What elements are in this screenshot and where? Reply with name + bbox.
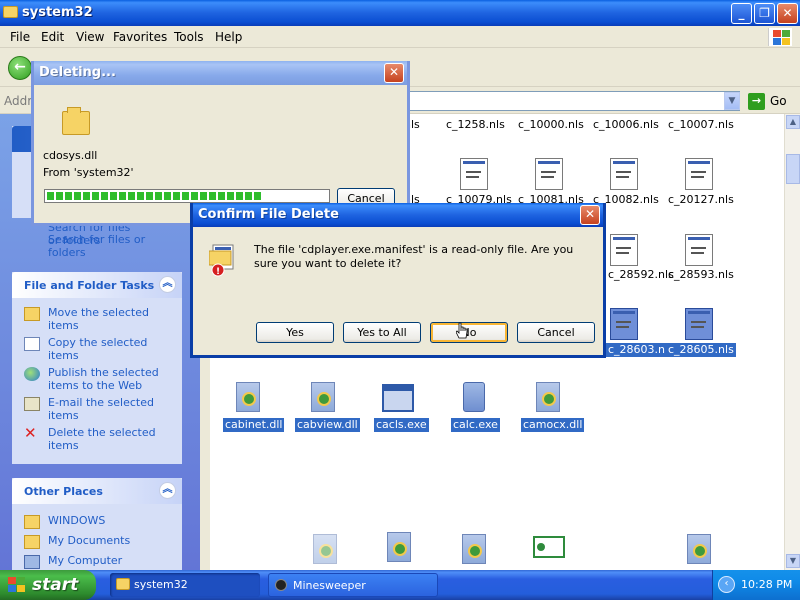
address-dropdown-button[interactable]: ▼ bbox=[724, 92, 740, 110]
confirm-message: The file 'cdplayer.exe.manifest' is a re… bbox=[254, 243, 574, 270]
file-item-label[interactable]: c_28593.nls bbox=[666, 268, 736, 282]
menu-view[interactable]: View bbox=[76, 30, 104, 44]
nls-file-icon[interactable] bbox=[685, 158, 713, 190]
confirm-dialog-title-bar[interactable]: Confirm File Delete ✕ bbox=[193, 203, 603, 227]
other-places-panel: Other Places ︽ WINDOWS My Documents My C… bbox=[12, 478, 182, 570]
nls-file-icon[interactable] bbox=[610, 308, 638, 340]
yes-to-all-button[interactable]: Yes to All bbox=[343, 322, 421, 343]
go-arrow-icon: → bbox=[748, 93, 765, 110]
deleting-dialog-title-bar[interactable]: Deleting... ✕ bbox=[34, 61, 407, 85]
folder-icon bbox=[116, 578, 130, 590]
file-item-label[interactable]: c_20127.nls bbox=[666, 193, 736, 207]
deleting-file-name: cdosys.dll bbox=[43, 149, 98, 162]
close-icon[interactable]: ✕ bbox=[580, 205, 600, 225]
taskbar-item-minesweeper[interactable]: Minesweeper bbox=[268, 573, 438, 597]
taskbar-item-system32[interactable]: system32 bbox=[110, 573, 260, 597]
scroll-thumb[interactable] bbox=[786, 154, 800, 184]
file-item-label[interactable]: c_10006.nls bbox=[591, 118, 661, 132]
file-item-label-selected[interactable]: cacls.exe bbox=[374, 418, 429, 432]
show-hidden-icons-chevron-icon[interactable]: ‹ bbox=[718, 576, 735, 593]
file-item-label-selected[interactable]: cabview.dll bbox=[295, 418, 360, 432]
hand-cursor-icon bbox=[456, 322, 468, 339]
close-button[interactable]: ✕ bbox=[777, 3, 798, 24]
go-button[interactable]: → Go bbox=[746, 92, 796, 111]
read-only-file-warning-icon: ! bbox=[209, 244, 234, 277]
move-icon bbox=[24, 307, 40, 321]
calculator-icon[interactable] bbox=[463, 382, 485, 412]
deleting-progress-dialog: Deleting... ✕ cdosys.dll From 'system32'… bbox=[31, 61, 410, 226]
exe-window-icon[interactable] bbox=[382, 384, 414, 412]
menu-bar: File Edit View Favorites Tools Help bbox=[0, 26, 800, 48]
delete-progress-bar bbox=[44, 189, 330, 203]
dll-file-icon[interactable] bbox=[462, 534, 486, 564]
minimize-button[interactable]: _ bbox=[731, 3, 752, 24]
dll-file-icon[interactable] bbox=[536, 382, 560, 412]
nls-file-icon[interactable] bbox=[685, 308, 713, 340]
start-button[interactable]: start bbox=[0, 570, 96, 600]
other-places-header[interactable]: Other Places ︽ bbox=[12, 478, 182, 504]
computer-icon bbox=[24, 555, 40, 569]
collapse-chevron-icon[interactable]: ︽ bbox=[159, 276, 176, 293]
scroll-down-arrow-icon[interactable]: ▼ bbox=[786, 554, 800, 568]
windows-flag-icon bbox=[8, 577, 26, 593]
email-icon bbox=[24, 397, 40, 411]
scroll-up-arrow-icon[interactable]: ▲ bbox=[786, 115, 800, 129]
menu-favorites[interactable]: Favorites bbox=[113, 30, 167, 44]
windows-logo-icon bbox=[768, 28, 792, 46]
globe-icon bbox=[24, 367, 40, 381]
no-button[interactable]: No bbox=[430, 322, 508, 343]
nls-file-icon[interactable] bbox=[535, 158, 563, 190]
file-item-label[interactable]: c_1258.nls bbox=[444, 118, 507, 132]
certificate-icon[interactable] bbox=[533, 536, 565, 558]
folder-icon bbox=[24, 515, 40, 529]
menu-tools[interactable]: Tools bbox=[174, 30, 204, 44]
maximize-button[interactable]: ❐ bbox=[754, 3, 775, 24]
file-item-label[interactable]: c_10007.nls bbox=[666, 118, 736, 132]
mine-icon bbox=[275, 579, 287, 591]
taskbar: start system32 Minesweeper ‹ 10:28 PM bbox=[0, 570, 800, 600]
delete-x-icon: ✕ bbox=[24, 424, 37, 442]
dll-file-icon[interactable] bbox=[313, 534, 337, 564]
dll-file-icon[interactable] bbox=[387, 532, 411, 562]
collapse-chevron-icon[interactable]: ︽ bbox=[159, 482, 176, 499]
back-button[interactable]: ← bbox=[8, 56, 32, 80]
close-icon[interactable]: ✕ bbox=[384, 63, 404, 83]
vertical-scrollbar[interactable]: ▲ ▼ bbox=[784, 114, 800, 570]
nls-file-icon[interactable] bbox=[685, 234, 713, 266]
svg-text:!: ! bbox=[216, 267, 220, 277]
dll-file-icon[interactable] bbox=[687, 534, 711, 564]
file-folder-tasks-header[interactable]: File and Folder Tasks ︽ bbox=[12, 272, 182, 298]
explorer-title-bar[interactable]: system32 _ ❐ ✕ bbox=[0, 0, 800, 26]
nls-file-icon[interactable] bbox=[610, 234, 638, 266]
file-item-label[interactable]: c_10000.nls bbox=[516, 118, 586, 132]
file-item-label-selected[interactable]: camocx.dll bbox=[521, 418, 585, 432]
nls-file-icon[interactable] bbox=[460, 158, 488, 190]
deleting-from-text: From 'system32' bbox=[43, 166, 134, 179]
dll-file-icon[interactable] bbox=[311, 382, 335, 412]
system-tray: ‹ 10:28 PM bbox=[712, 570, 800, 600]
my-documents-icon bbox=[24, 535, 40, 549]
confirm-file-delete-dialog: Confirm File Delete ✕ ! The file 'cdplay… bbox=[190, 203, 606, 358]
file-item-label-selected[interactable]: calc.exe bbox=[451, 418, 500, 432]
address-input[interactable] bbox=[406, 91, 740, 111]
nls-file-icon[interactable] bbox=[610, 158, 638, 190]
copy-icon bbox=[24, 337, 40, 351]
file-item-label-selected[interactable]: cabinet.dll bbox=[223, 418, 285, 432]
dll-file-icon[interactable] bbox=[236, 382, 260, 412]
file-folder-tasks-panel: File and Folder Tasks ︽ Move the selecte… bbox=[12, 272, 182, 464]
menu-edit[interactable]: Edit bbox=[41, 30, 64, 44]
window-title: system32 bbox=[22, 5, 93, 20]
clock[interactable]: 10:28 PM bbox=[741, 578, 792, 591]
cancel-button[interactable]: Cancel bbox=[517, 322, 595, 343]
folder-animation-icon bbox=[62, 107, 90, 135]
menu-help[interactable]: Help bbox=[215, 30, 242, 44]
folder-icon bbox=[3, 6, 18, 18]
file-item-label-selected[interactable]: c_28605.nls bbox=[666, 343, 736, 357]
menu-file[interactable]: File bbox=[10, 30, 30, 44]
yes-button[interactable]: Yes bbox=[256, 322, 334, 343]
